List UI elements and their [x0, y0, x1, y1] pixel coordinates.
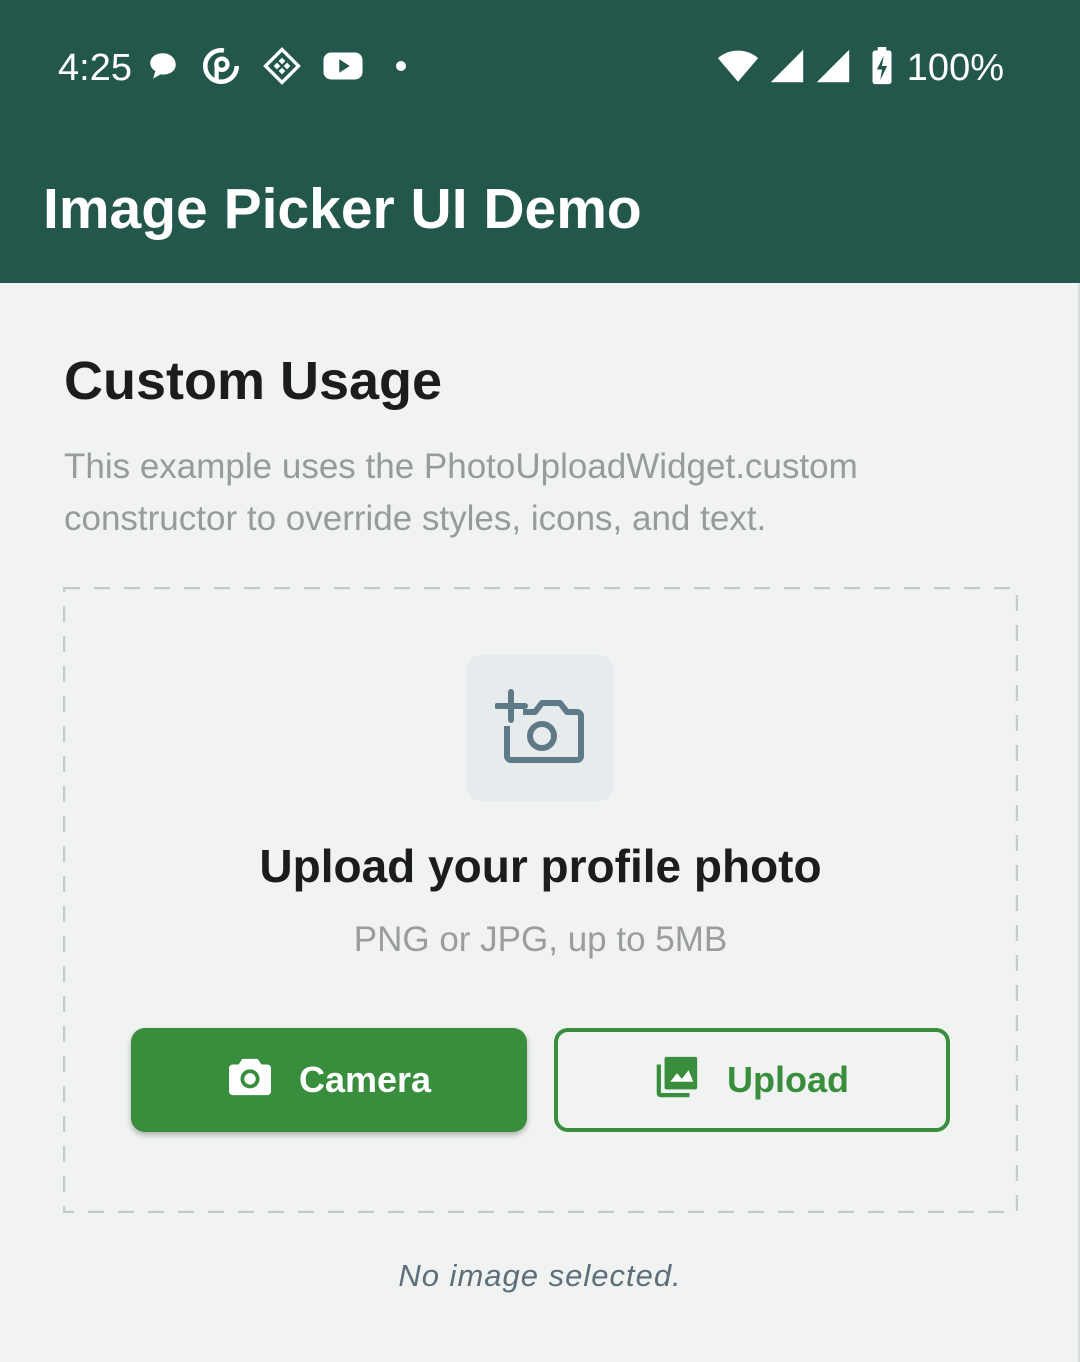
youtube-icon	[322, 49, 364, 88]
dot-icon	[384, 56, 414, 81]
camera-button[interactable]: Camera	[131, 1028, 527, 1132]
app-title: Image Picker UI Demo	[43, 177, 642, 241]
upload-title: Upload your profile photo	[259, 840, 822, 892]
camera-button-label: Camera	[298, 1059, 432, 1100]
camera-icon	[227, 1055, 273, 1106]
signal-icon	[815, 48, 851, 89]
upload-button[interactable]: Upload	[554, 1028, 950, 1132]
section-title: Custom Usage	[64, 351, 443, 411]
app-bar: Image Picker UI Demo	[0, 136, 1080, 283]
podcast-icon	[200, 45, 242, 92]
photo-upload-dropzone[interactable]: Upload your profile photo PNG or JPG, up…	[63, 587, 1018, 1213]
diamond-grid-icon	[262, 46, 302, 91]
upload-button-label: Upload	[727, 1059, 849, 1100]
battery-percentage: 100%	[906, 47, 1004, 89]
system-icons: 100%	[717, 44, 1004, 92]
status-time: 4:25	[58, 47, 132, 89]
upload-subtitle: PNG or JPG, up to 5MB	[353, 920, 728, 959]
main-content: Custom Usage This example uses the Photo…	[0, 283, 1080, 1362]
add-a-photo-icon	[494, 686, 585, 771]
signal-icon	[769, 48, 805, 89]
section-description: This example uses the PhotoUploadWidget.…	[64, 447, 858, 538]
add-photo-tile	[467, 655, 613, 801]
battery-charging-icon	[871, 46, 893, 90]
wifi-icon	[717, 48, 759, 89]
photo-library-icon	[655, 1053, 701, 1108]
chat-bubble-icon	[146, 49, 180, 88]
selection-status: No image selected.	[398, 1258, 682, 1293]
notification-icons	[146, 46, 414, 90]
status-bar: 4:25 100%	[0, 0, 1080, 136]
